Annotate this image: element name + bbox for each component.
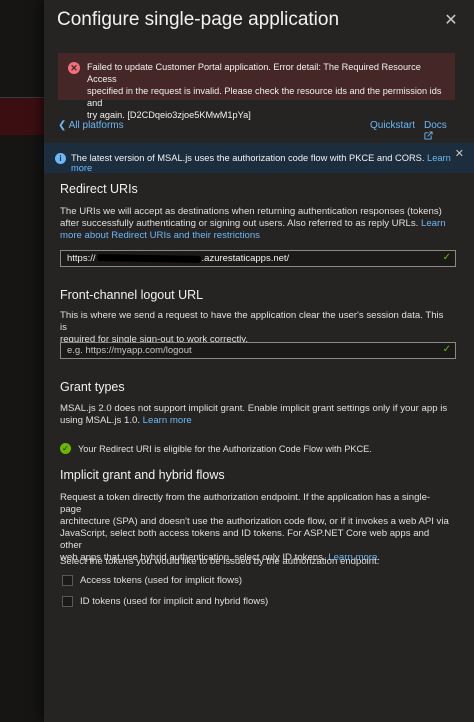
background-error-strip — [0, 97, 44, 135]
success-check-icon: ✓ — [60, 443, 71, 454]
logout-url-placeholder: e.g. https://myapp.com/logout — [67, 345, 192, 356]
error-text-line1: Failed to update Customer Portal applica… — [87, 62, 421, 84]
grant-desc-line2: using MSAL.js 1.0. — [60, 415, 140, 426]
nav-row: ❮ All platforms Quickstart Docs — [58, 118, 456, 140]
grant-types-heading: Grant types — [60, 380, 125, 394]
background-divider — [0, 97, 44, 98]
error-icon: ✕ — [68, 62, 80, 74]
quickstart-link[interactable]: Quickstart — [370, 120, 415, 131]
id-tokens-checkbox[interactable] — [62, 596, 73, 607]
implicit-grant-description: Request a token directly from the author… — [60, 492, 450, 564]
implicit-desc-line3: JavaScript, select both access tokens an… — [60, 528, 430, 551]
token-select-prompt: Select the tokens you would like to be i… — [60, 556, 380, 567]
panel-title: Configure single-page application — [57, 9, 340, 30]
redirect-uri-prefix: https:// — [67, 253, 96, 264]
info-close-icon[interactable]: ✕ — [455, 147, 464, 160]
logout-url-input[interactable]: e.g. https://myapp.com/logout ✓ — [60, 342, 456, 359]
docs-link[interactable]: Docs — [424, 120, 456, 142]
redirect-uris-heading: Redirect URIs — [60, 182, 138, 196]
pkce-eligible-text: Your Redirect URI is eligible for the Au… — [78, 444, 372, 454]
grant-desc-line1: MSAL.js 2.0 does not support implicit gr… — [60, 403, 448, 414]
logout-desc-line1: This is where we send a request to have … — [60, 310, 444, 333]
id-tokens-label: ID tokens (used for implicit and hybrid … — [80, 596, 269, 607]
info-message-bar: i The latest version of MSAL.js uses the… — [44, 143, 474, 173]
access-tokens-label: Access tokens (used for implicit flows) — [80, 575, 243, 586]
redirect-uri-input[interactable]: https:// .azurestaticapps.net/ ✓ — [60, 250, 456, 267]
implicit-desc-line1: Request a token directly from the author… — [60, 492, 431, 515]
close-icon[interactable]: ✕ — [442, 12, 460, 30]
all-platforms-link[interactable]: ❮ All platforms — [58, 120, 124, 131]
grant-learn-more-link[interactable]: Learn more — [143, 415, 192, 426]
redirect-desc-line1: The URIs we will accept as destinations … — [60, 206, 442, 217]
implicit-desc-line2: architecture (SPA) and doesn't use the a… — [60, 516, 449, 527]
external-link-icon — [424, 131, 433, 140]
logout-url-heading: Front-channel logout URL — [60, 288, 204, 302]
error-text-line2: specified in the request is invalid. Ple… — [87, 86, 442, 108]
chevron-left-icon: ❮ — [58, 120, 67, 131]
info-text: The latest version of MSAL.js uses the a… — [71, 153, 425, 163]
all-platforms-label: All platforms — [68, 120, 124, 131]
error-message-bar: ✕ Failed to update Customer Portal appli… — [58, 53, 455, 120]
info-icon: i — [55, 153, 66, 164]
redirect-uris-description: The URIs we will accept as destinations … — [60, 206, 450, 242]
configure-spa-panel: Configure single-page application ✕ ✕ Fa… — [44, 0, 474, 722]
access-tokens-checkbox[interactable] — [62, 575, 73, 586]
redirect-learn-more-link[interactable]: more about Redirect URIs and their restr… — [60, 230, 450, 242]
implicit-grant-heading: Implicit grant and hybrid flows — [60, 468, 225, 482]
checkmark-icon: ✓ — [442, 344, 451, 355]
docs-label: Docs — [424, 120, 447, 131]
redacted-text — [96, 254, 201, 263]
grant-types-description: MSAL.js 2.0 does not support implicit gr… — [60, 403, 450, 427]
redirect-uri-suffix: .azurestaticapps.net/ — [201, 253, 290, 264]
checkmark-icon: ✓ — [442, 252, 451, 263]
logout-url-description: This is where we send a request to have … — [60, 310, 450, 346]
redirect-learn-link[interactable]: Learn — [421, 218, 446, 229]
redirect-desc-line2: after successfully authenticating or sig… — [60, 218, 419, 229]
